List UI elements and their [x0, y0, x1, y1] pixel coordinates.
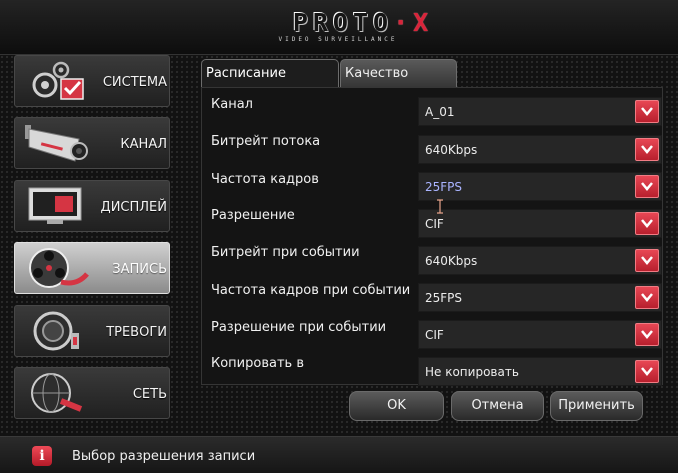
sidebar-item-label: СИСТЕМА	[102, 75, 167, 90]
ok-button[interactable]: OK	[349, 391, 444, 421]
tab-record-schedule[interactable]: Расписание записи	[201, 59, 339, 108]
sidebar-item-label: СЕТЬ	[132, 387, 167, 402]
sidebar-item-label: ТРЕВОГИ	[106, 325, 167, 340]
sidebar-item-display[interactable]: ДИСПЛЕЙ	[14, 180, 170, 232]
status-bar: i Выбор разрешения записи	[0, 436, 678, 473]
camera-icon	[25, 125, 88, 162]
event-frame-rate-label: Частота кадров при событии	[211, 283, 411, 298]
cancel-button[interactable]: Отмена	[451, 391, 544, 421]
sidebar-item-label: ЗАПИСЬ	[112, 262, 167, 277]
sidebar-item-channel[interactable]: КАНАЛ	[14, 117, 170, 169]
frame-rate-label: Частота кадров	[211, 172, 319, 187]
stream-bitrate-value: 640Kbps	[425, 143, 478, 157]
stream-bitrate-select[interactable]: 640Kbps	[418, 135, 662, 164]
event-bitrate-select[interactable]: 640Kbps	[418, 246, 662, 275]
chevron-down-icon[interactable]	[635, 360, 659, 383]
monitor-icon	[28, 187, 82, 224]
event-bitrate-label: Битрейт при событии	[211, 245, 360, 260]
sidebar-item-alarms[interactable]: ТРЕВОГИ	[14, 305, 170, 357]
copy-to-label: Копировать в	[211, 356, 304, 371]
sidebar-item-label: КАНАЛ	[120, 137, 167, 152]
channel-select[interactable]: A_01	[418, 97, 662, 126]
tab-record-quality[interactable]: Качество записи	[340, 59, 457, 108]
sidebar-item-record[interactable]: ЗАПИСЬ	[14, 242, 170, 294]
resolution-label: Разрешение	[211, 208, 295, 223]
copy-to-value: Не копировать	[425, 365, 519, 379]
channel-label: Канал	[211, 97, 253, 112]
event-bitrate-value: 640Kbps	[425, 254, 478, 268]
copy-to-select[interactable]: Не копировать	[418, 357, 662, 386]
event-resolution-select[interactable]: CIF	[418, 320, 662, 349]
apply-button[interactable]: Применить	[550, 391, 643, 421]
frame-rate-value: 25FPS	[425, 180, 463, 194]
chevron-down-icon[interactable]	[635, 175, 659, 198]
channel-value: A_01	[425, 105, 455, 119]
sidebar-item-system[interactable]: СИСТЕМА	[14, 55, 170, 107]
proto-x-logo: PROTO·X VIDEO SURVEILLANCE	[278, 8, 434, 43]
sidebar-item-network[interactable]: СЕТЬ	[14, 367, 170, 419]
text-cursor-icon	[437, 199, 443, 214]
event-frame-rate-select[interactable]: 25FPS	[418, 283, 662, 312]
resolution-select[interactable]: CIF	[418, 209, 662, 238]
info-icon: i	[32, 446, 52, 466]
chevron-down-icon[interactable]	[635, 323, 659, 346]
dvr-screen: PROTO·X VIDEO SURVEILLANCE СИСТЕМА КАНАЛ	[0, 0, 678, 473]
chevron-down-icon[interactable]	[635, 212, 659, 235]
stream-bitrate-label: Битрейт потока	[211, 134, 321, 149]
film-reel-icon	[29, 248, 89, 288]
event-frame-rate-value: 25FPS	[425, 291, 463, 305]
sidebar-item-label: ДИСПЛЕЙ	[100, 200, 167, 215]
chevron-down-icon[interactable]	[635, 138, 659, 161]
globe-network-icon	[31, 373, 83, 413]
logo-bar: PROTO·X VIDEO SURVEILLANCE	[0, 0, 678, 55]
event-resolution-label: Разрешение при событии	[211, 320, 387, 335]
resolution-value: CIF	[425, 217, 444, 231]
gears-checkbox-icon	[32, 61, 84, 100]
chevron-down-icon[interactable]	[635, 286, 659, 309]
frame-rate-select[interactable]: 25FPS	[418, 172, 662, 201]
status-text: Выбор разрешения записи	[72, 449, 256, 464]
chevron-down-icon[interactable]	[635, 100, 659, 123]
event-resolution-value: CIF	[425, 328, 444, 342]
alarm-bell-icon	[33, 311, 79, 351]
chevron-down-icon[interactable]	[635, 249, 659, 272]
